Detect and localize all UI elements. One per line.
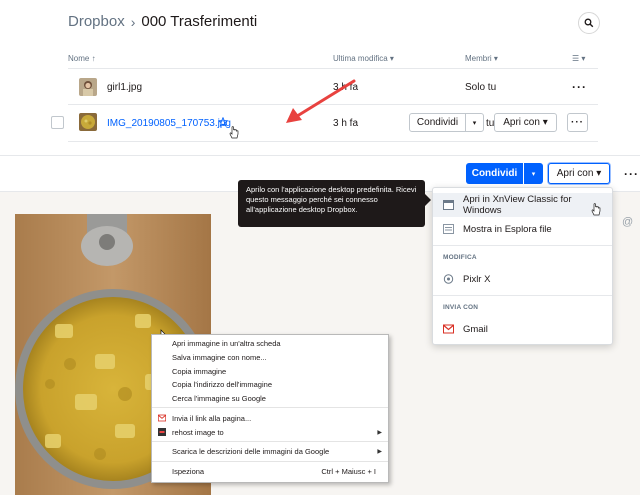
divider [152,407,388,408]
star-icon[interactable] [218,117,228,127]
divider [152,461,388,462]
file-thumbnail [79,113,97,131]
search-icon [584,18,594,28]
divider [433,245,612,246]
open-with-menu: Apri in XnView Classic for Windows Mostr… [432,187,613,345]
divider [68,68,598,69]
menu-item-show-explorer[interactable]: Mostra in Esplora file [433,217,612,241]
file-thumbnail [79,78,97,96]
submenu-arrow-icon: ▶ [377,449,382,455]
menu-section-send: INVIA CON [443,304,479,311]
share-button[interactable]: Condividi [466,163,523,184]
menu-item-open-xnview[interactable]: Apri in XnView Classic for Windows [433,193,612,217]
divider [433,295,612,296]
view-toggle-button[interactable]: ☰ ▾ [572,54,585,63]
context-item-send-link[interactable]: Invia il link alla pagina... [172,414,251,423]
at-icon[interactable]: @ [622,216,633,228]
column-header-members[interactable]: Membri ▾ [465,54,498,63]
context-item-image-descriptions[interactable]: Scarica le descrizioni delle immagini da… [172,447,329,456]
context-item-open-new-tab[interactable]: Apri immagine in un'altra scheda [172,339,281,348]
column-header-name[interactable]: Nome ↑ [68,54,96,63]
row-more-button[interactable]: ··· [567,113,588,132]
divider [68,141,598,142]
hand-cursor-icon [229,126,239,139]
column-header-modified[interactable]: Ultima modifica ▾ [333,54,394,63]
menu-item-gmail[interactable]: Gmail [433,317,612,341]
menu-item-pixlr[interactable]: Pixlr X [433,267,612,291]
menu-item-label: Gmail [463,323,488,335]
row-checkbox[interactable] [51,116,64,129]
breadcrumb-separator: › [130,13,136,30]
rehost-icon [158,428,166,436]
open-with-button[interactable]: Apri con ▾ [548,163,610,184]
search-button[interactable] [578,12,600,34]
divider [0,155,640,156]
browser-context-menu: Apri immagine in un'altra scheda Salva i… [151,334,389,483]
menu-item-label: Pixlr X [463,273,491,285]
context-item-save-image[interactable]: Salva immagine con nome... [172,353,267,362]
menu-item-label: Apri in XnView Classic for Windows [463,194,572,216]
pixlr-icon [443,274,454,284]
row-more-button[interactable]: ··· [572,80,587,94]
gmail-icon [443,324,454,334]
gmail-icon [158,414,166,422]
context-item-rehost[interactable]: rehost image to [172,428,224,437]
share-caret-button[interactable]: ▾ [524,163,543,184]
menu-item-label: Mostra in Esplora file [463,223,552,235]
file-name-girl1[interactable]: girl1.jpg [107,82,142,93]
file-members: Solo tu [465,82,497,93]
shortcut-label: Ctrl + Maiusc + I [321,467,376,476]
row-share-button[interactable]: Condividi [409,113,466,132]
breadcrumb: Dropbox › 000 Trasferimenti [68,13,257,30]
annotation-arrow-icon [286,79,356,123]
context-item-inspect[interactable]: Ispeziona [172,467,204,476]
submenu-arrow-icon: ▶ [377,430,382,436]
row-share-caret-button[interactable]: ▾ [465,113,484,132]
breadcrumb-root-link[interactable]: Dropbox [68,13,125,30]
folder-icon [443,224,454,234]
tooltip: Aprilo con l'applicazione desktop predef… [238,180,431,227]
toolbar-more-button[interactable]: ··· [624,167,639,181]
context-item-copy-image-address[interactable]: Copia l'indirizzo dell'immagine [172,380,272,389]
hand-cursor-icon [591,203,601,216]
context-item-copy-image[interactable]: Copia immagine [172,367,226,376]
menu-section-edit: MODIFICA [443,254,477,261]
divider [152,441,388,442]
file-name-img[interactable]: IMG_20190805_170753.jpg [107,118,231,129]
page-title: 000 Trasferimenti [141,13,258,30]
row-open-with-button[interactable]: Apri con ▾ [494,113,557,132]
window-icon [443,200,454,210]
context-item-search-google[interactable]: Cerca l'immagine su Google [172,394,266,403]
